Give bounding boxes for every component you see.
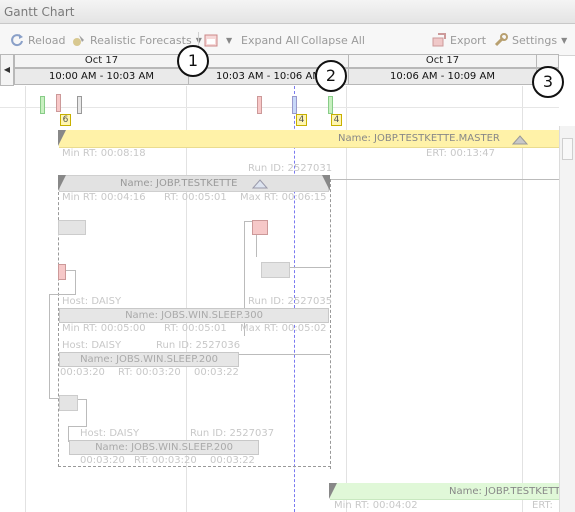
connector-line (244, 221, 252, 222)
count-badge: 6 (60, 114, 71, 126)
arrow-left-icon: ◀ (3, 65, 11, 74)
collapse-all-button[interactable]: Collapse All (301, 32, 365, 48)
sleep200b-rt: RT: 00:03:20 (134, 455, 197, 466)
toolbar: Reload Realistic Forecasts ▼ ▼ Expand Al… (0, 24, 575, 56)
connector-line (290, 267, 330, 268)
sleep200b-host: Host: DAISY (80, 428, 140, 439)
scroll-left-button[interactable]: ◀ (0, 54, 14, 86)
export-button[interactable]: Export (432, 32, 486, 48)
grid-line (346, 86, 347, 512)
connector-line (49, 294, 50, 398)
sleep200a-time: 00:03:22 (194, 367, 239, 378)
sleep200a-bar[interactable]: Name: JOBS.WIN.SLEEP.200 (59, 352, 239, 367)
start-node[interactable] (58, 264, 66, 280)
grid-line (25, 86, 26, 512)
task-node[interactable] (58, 220, 86, 235)
overview-marker[interactable] (56, 94, 61, 112)
forecast-label: Realistic Forecasts (90, 33, 192, 47)
sleep200a-time: 00:03:20 (60, 367, 105, 378)
sleep300-run-id: Run ID: 2527035 (248, 296, 333, 307)
collapse-triangle-icon[interactable] (512, 135, 528, 145)
sleep200b-run-id: Run ID: 2527037 (190, 428, 275, 439)
bar-start-marker (58, 130, 66, 146)
master-ert: ERT: 00:13:47 (426, 148, 496, 159)
sleep200b-time: 00:03:20 (80, 455, 125, 466)
overview-marker[interactable] (40, 96, 45, 114)
wrench-icon (494, 33, 508, 47)
gantt-chart-area: 6 4 4 Name: JOBP.TESTKETTE.MASTER Min RT… (0, 86, 575, 512)
reload-label: Reload (28, 33, 66, 47)
chevron-down-icon: ▼ (226, 35, 233, 45)
window-titlebar: Gantt Chart (0, 0, 575, 24)
sleep300-name: Name: JOBS.WIN.SLEEP.300 (125, 310, 263, 321)
sleep200b-time: 00:03:22 (210, 455, 255, 466)
vertical-scrollbar[interactable] (559, 126, 575, 512)
overview-marker[interactable] (292, 96, 297, 114)
forecast-dropdown[interactable]: Realistic Forecasts ▼ (72, 32, 202, 48)
connector-line (69, 426, 87, 427)
sleep200b-name: Name: JOBS.WIN.SLEEP.200 (95, 442, 233, 453)
bottom-ert: ERT: (532, 500, 553, 511)
expand-all-button[interactable]: Expand All (241, 32, 299, 48)
timeline-header: Oct 17 Oct 17 10:00 AM - 10:03 AM 10:03 … (14, 54, 559, 86)
testkette-name: Name: JOBP.TESTKETTE (120, 178, 238, 189)
grid-line (522, 86, 523, 512)
layout-dropdown[interactable]: ▼ (204, 32, 232, 48)
reload-icon (10, 33, 24, 47)
sleep200a-name: Name: JOBS.WIN.SLEEP.200 (80, 354, 218, 365)
date-cell: Oct 17 (14, 54, 188, 68)
window-title: Gantt Chart (4, 5, 75, 19)
start-node[interactable] (252, 220, 268, 235)
scrollbar-thumb[interactable] (562, 138, 573, 160)
task-node[interactable] (59, 395, 78, 411)
overview-marker[interactable] (77, 96, 82, 114)
sleep300-max-rt: Max RT: 00:05:02 (240, 323, 327, 334)
connector-line (75, 270, 76, 294)
connector-line (86, 399, 87, 427)
export-label: Export (450, 33, 487, 47)
time-cell: 10:06 AM - 10:09 AM (348, 68, 536, 85)
sleep200a-run-id: Run ID: 2527036 (156, 340, 241, 351)
sleep300-host: Host: DAISY (62, 296, 122, 307)
connector-line (49, 294, 76, 295)
connector-line (49, 398, 59, 399)
sleep300-bar[interactable]: Name: JOBS.WIN.SLEEP.300 (59, 308, 329, 323)
collapse-all-label: Collapse All (301, 33, 365, 47)
sleep300-min-rt: Min RT: 00:05:00 (62, 323, 146, 334)
sleep200a-host: Host: DAISY (62, 340, 122, 351)
connector-line (330, 179, 559, 180)
testkette-run-id: Run ID: 2527031 (248, 163, 333, 174)
chevron-down-icon: ▼ (561, 35, 568, 45)
count-badge: 4 (331, 114, 342, 126)
bottom-min-rt: Min RT: 00:04:02 (334, 500, 418, 511)
callout-marker: 3 (532, 66, 564, 98)
sleep300-rt: RT: 00:05:01 (164, 323, 227, 334)
callout-marker: 2 (315, 60, 347, 92)
settings-label: Settings (512, 33, 558, 47)
sleep200a-rt: RT: 00:03:20 (118, 367, 181, 378)
bar-start-marker (329, 483, 337, 499)
reload-button[interactable]: Reload (10, 32, 65, 48)
overview-marker[interactable] (328, 96, 333, 114)
count-badge: 4 (296, 114, 307, 126)
date-cell: Oct 17 (348, 54, 536, 68)
settings-dropdown[interactable]: Settings ▼ (494, 32, 567, 48)
overview-strip (0, 86, 559, 108)
expand-all-label: Expand All (241, 33, 300, 47)
connector-line (256, 235, 257, 257)
bar-start-marker (58, 175, 66, 191)
task-node[interactable] (261, 262, 290, 278)
bottom-name: Name: JOBP.TESTKETTE (449, 486, 567, 497)
forecast-icon (72, 33, 86, 47)
callout-marker: 1 (177, 45, 209, 77)
overview-marker[interactable] (257, 96, 262, 114)
connector-line (239, 354, 330, 355)
time-cell: 10:00 AM - 10:03 AM (14, 68, 188, 85)
sleep200b-bar[interactable]: Name: JOBS.WIN.SLEEP.200 (69, 440, 259, 455)
calendar-icon (204, 33, 218, 47)
collapse-triangle-icon[interactable] (252, 179, 268, 189)
export-icon (432, 33, 446, 47)
master-min-rt: Min RT: 00:08:18 (62, 148, 146, 159)
master-name: Name: JOBP.TESTKETTE.MASTER (338, 133, 500, 144)
